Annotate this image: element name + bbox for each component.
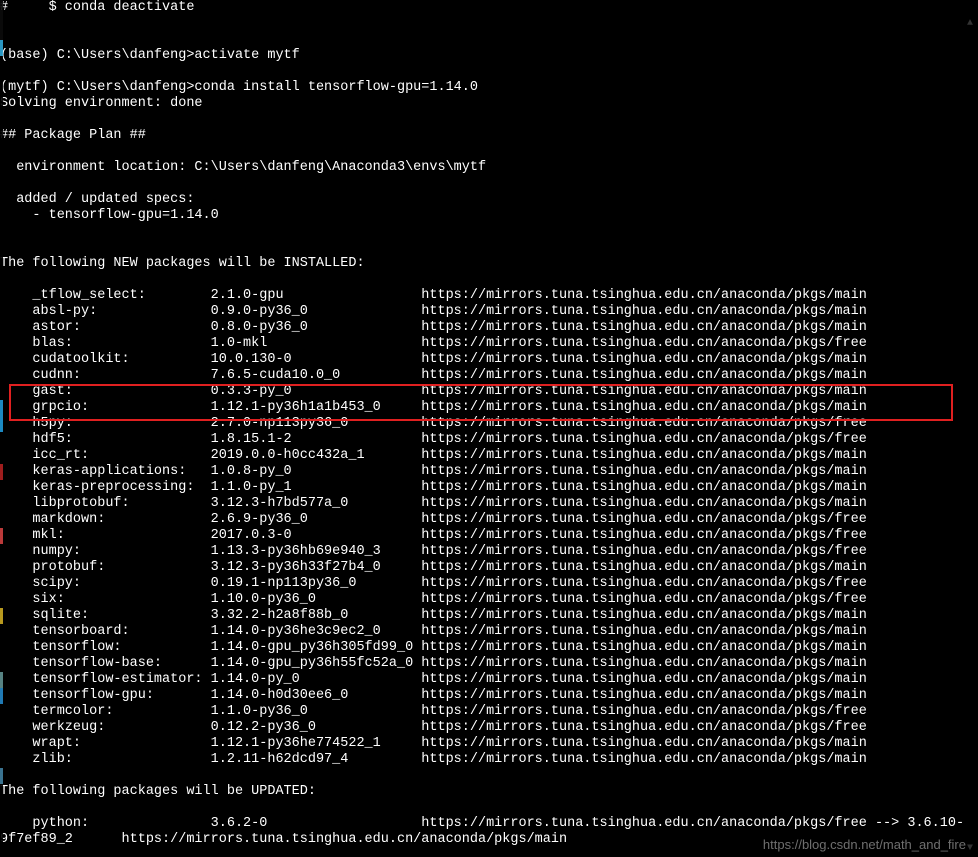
package-row: keras-preprocessing: 1.1.0-py_1 https://… (0, 480, 978, 496)
update-line-1: python: 3.6.2-0 https://mirrors.tuna.tsi… (0, 816, 978, 832)
env-location: environment location: C:\Users\danfeng\A… (0, 160, 978, 176)
prompt-mytf: (mytf) C:\Users\danfeng>conda install te… (0, 80, 978, 96)
package-row: protobuf: 3.12.3-py36h33f27b4_0 https://… (0, 560, 978, 576)
package-row: gast: 0.3.3-py_0 https://mirrors.tuna.ts… (0, 384, 978, 400)
scroll-down-icon[interactable]: ▼ (962, 841, 978, 857)
package-row: tensorflow-base: 1.14.0-gpu_py36h55fc52a… (0, 656, 978, 672)
package-row: blas: 1.0-mkl https://mirrors.tuna.tsing… (0, 336, 978, 352)
package-row: tensorflow-gpu: 1.14.0-h0d30ee6_0 https:… (0, 688, 978, 704)
prompt-base: (base) C:\Users\danfeng>activate mytf (0, 48, 978, 64)
package-row: tensorboard: 1.14.0-py36he3c9ec2_0 https… (0, 624, 978, 640)
package-row: grpcio: 1.12.1-py36h1a1b453_0 https://mi… (0, 400, 978, 416)
solving-line: Solving environment: done (0, 96, 978, 112)
package-row: wrapt: 1.12.1-py36he774522_1 https://mir… (0, 736, 978, 752)
package-row: keras-applications: 1.0.8-py_0 https://m… (0, 464, 978, 480)
package-row: scipy: 0.19.1-np113py36_0 https://mirror… (0, 576, 978, 592)
package-row: absl-py: 0.9.0-py36_0 https://mirrors.tu… (0, 304, 978, 320)
scrollbar[interactable]: ▲ ▼ (962, 16, 978, 857)
package-row: hdf5: 1.8.15.1-2 https://mirrors.tuna.ts… (0, 432, 978, 448)
update-line-2: 9f7ef89_2 https://mirrors.tuna.tsinghua.… (0, 832, 978, 848)
package-row: h5py: 2.7.0-np113py36_0 https://mirrors.… (0, 416, 978, 432)
install-header: The following NEW packages will be INSTA… (0, 256, 978, 272)
package-row: libprotobuf: 3.12.3-h7bd577a_0 https://m… (0, 496, 978, 512)
package-row: markdown: 2.6.9-py36_0 https://mirrors.t… (0, 512, 978, 528)
package-row: zlib: 1.2.11-h62dcd97_4 https://mirrors.… (0, 752, 978, 768)
package-row: werkzeug: 0.12.2-py36_0 https://mirrors.… (0, 720, 978, 736)
package-row: six: 1.10.0-py36_0 https://mirrors.tuna.… (0, 592, 978, 608)
package-row: tensorflow: 1.14.0-gpu_py36h305fd99_0 ht… (0, 640, 978, 656)
package-row: sqlite: 3.32.2-h2a8f88b_0 https://mirror… (0, 608, 978, 624)
package-row: astor: 0.8.0-py36_0 https://mirrors.tuna… (0, 320, 978, 336)
plan-header: ## Package Plan ## (0, 128, 978, 144)
package-row: tensorflow-estimator: 1.14.0-py_0 https:… (0, 672, 978, 688)
scroll-up-icon[interactable]: ▲ (962, 16, 978, 32)
package-row: mkl: 2017.0.3-0 https://mirrors.tuna.tsi… (0, 528, 978, 544)
terminal-window[interactable]: # $ conda deactivate (base) C:\Users\dan… (0, 0, 978, 857)
added-spec: - tensorflow-gpu=1.14.0 (0, 208, 978, 224)
package-row: termcolor: 1.1.0-py36_0 https://mirrors.… (0, 704, 978, 720)
package-row: cudnn: 7.6.5-cuda10.0_0 https://mirrors.… (0, 368, 978, 384)
package-row: _tflow_select: 2.1.0-gpu https://mirrors… (0, 288, 978, 304)
package-row: numpy: 1.13.3-py36hb69e940_3 https://mir… (0, 544, 978, 560)
package-row: icc_rt: 2019.0.0-h0cc432a_1 https://mirr… (0, 448, 978, 464)
title-bar-text: # $ conda deactivate (0, 0, 978, 16)
package-list: _tflow_select: 2.1.0-gpu https://mirrors… (0, 288, 978, 768)
updated-header: The following packages will be UPDATED: (0, 784, 978, 800)
package-row: cudatoolkit: 10.0.130-0 https://mirrors.… (0, 352, 978, 368)
added-specs-header: added / updated specs: (0, 192, 978, 208)
window-edge-strip (0, 0, 3, 857)
